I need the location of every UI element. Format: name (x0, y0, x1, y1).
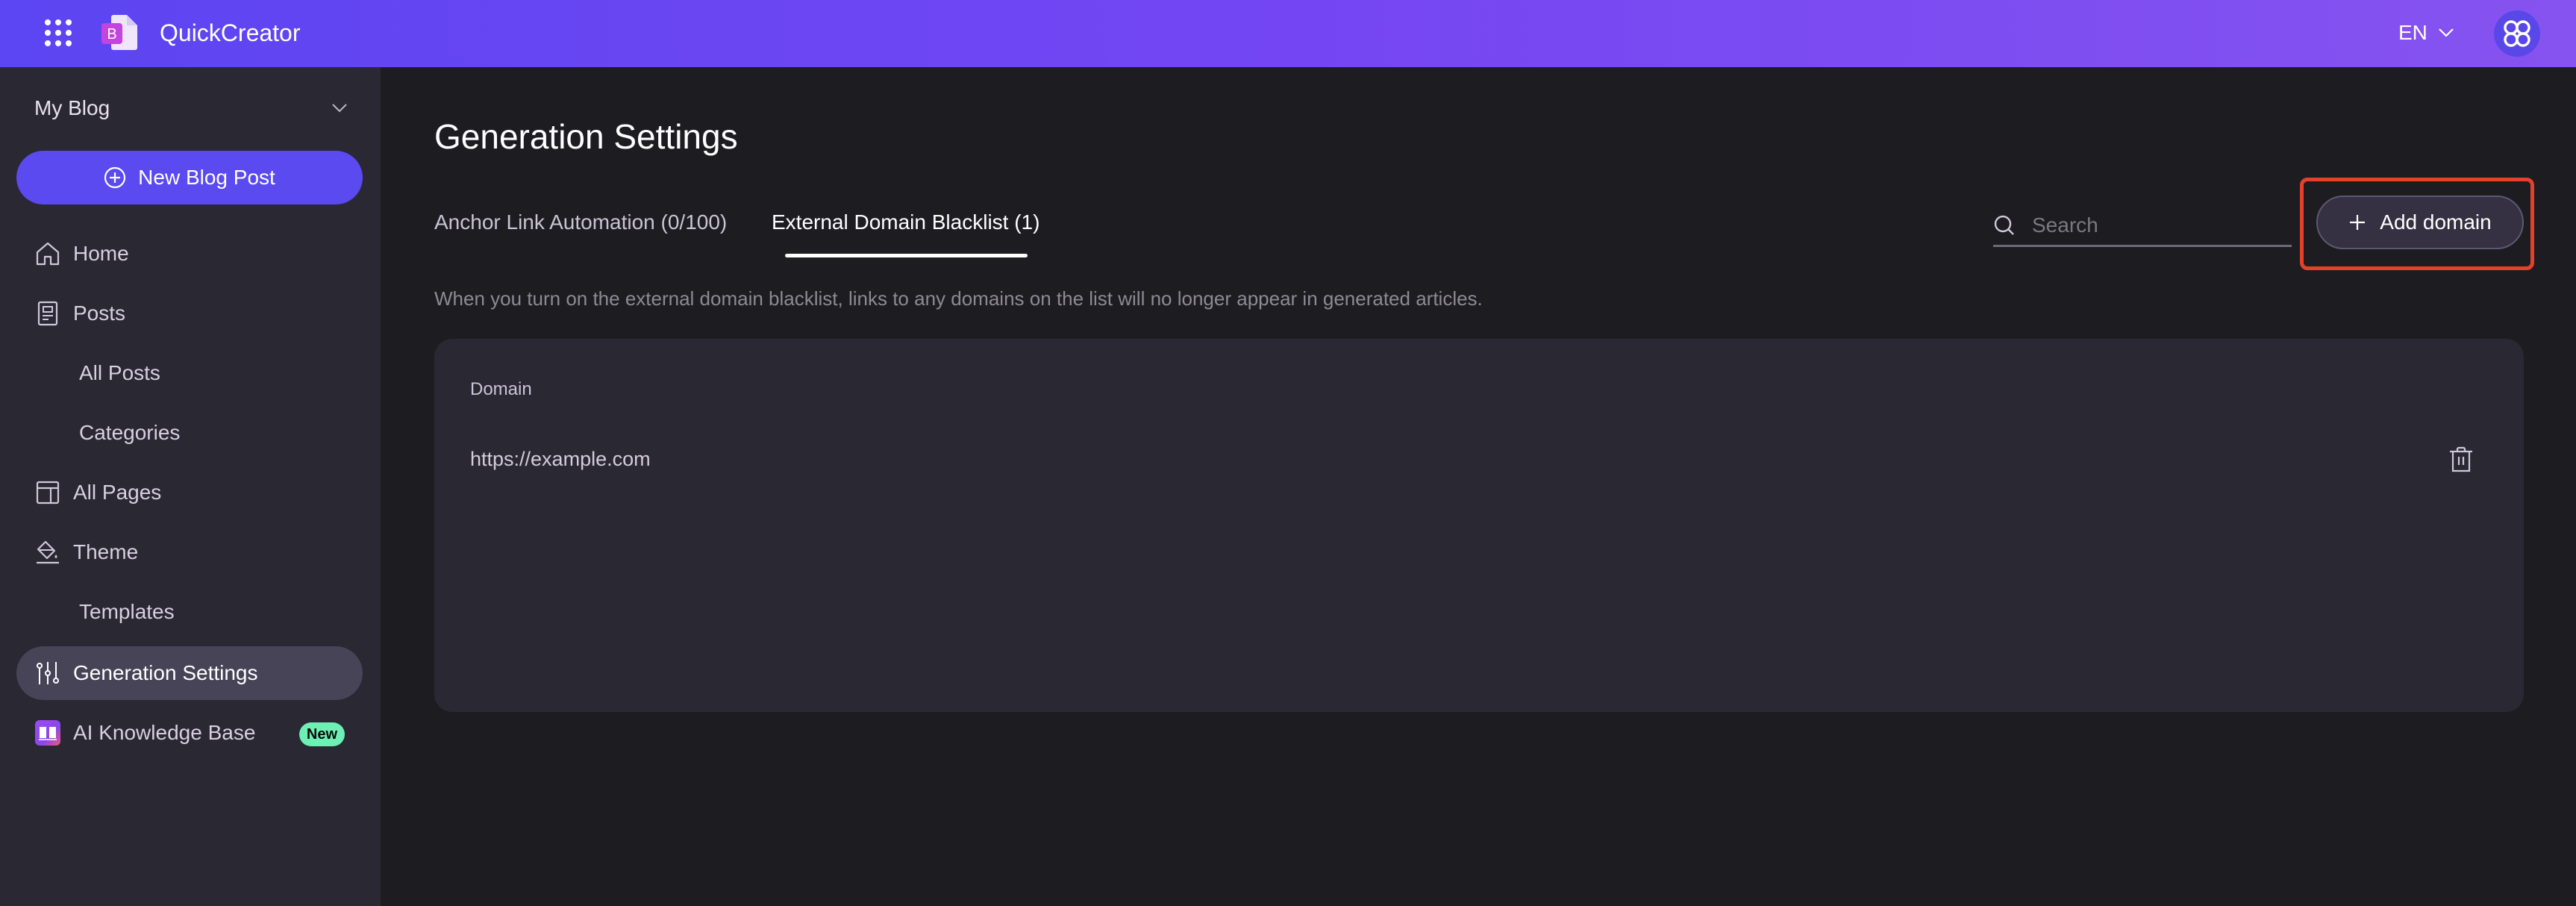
user-avatar[interactable] (2494, 10, 2540, 57)
blog-selector[interactable]: My Blog (34, 90, 348, 127)
domain-table: Domain https://example.com (434, 339, 2524, 712)
plus-circle-icon (104, 166, 126, 189)
sidebar-item-label: Theme (73, 540, 139, 563)
sidebar-item-home[interactable]: Home (16, 227, 363, 281)
clover-avatar-icon (2504, 20, 2530, 47)
paint-bucket-icon (34, 539, 61, 566)
domain-cell: https://example.com (470, 448, 651, 470)
sidebar-item-templates[interactable]: Templates (16, 585, 363, 639)
search-input[interactable] (2031, 213, 2287, 238)
sliders-icon (34, 660, 61, 687)
plus-icon (2350, 215, 2366, 230)
sidebar-item-categories[interactable]: Categories (16, 406, 363, 460)
sidebar-item-all-posts[interactable]: All Posts (16, 346, 363, 400)
posts-icon (34, 300, 61, 327)
new-badge: New (298, 722, 345, 746)
top-header: B QuickCreator EN (0, 0, 2576, 67)
active-tab-indicator (785, 254, 1028, 257)
svg-text:B: B (107, 26, 116, 43)
sidebar-item-posts[interactable]: Posts (16, 287, 363, 340)
new-blog-post-label: New Blog Post (138, 166, 275, 189)
sidebar-item-label: Categories (79, 421, 181, 444)
search-icon (1994, 215, 2014, 235)
search-field[interactable] (1993, 206, 2292, 247)
sidebar-item-label: Home (73, 242, 129, 265)
add-domain-button[interactable]: Add domain (2316, 196, 2524, 249)
language-selector[interactable]: EN (2398, 16, 2454, 49)
sidebar-item-label: All Pages (73, 481, 162, 504)
sidebar-item-theme[interactable]: Theme (16, 525, 363, 579)
sidebar-item-generation-settings[interactable]: Generation Settings (16, 646, 363, 700)
column-header-domain: Domain (470, 379, 532, 399)
table-row: https://example.com (434, 433, 2524, 487)
language-label: EN (2398, 21, 2427, 44)
book-icon (34, 719, 61, 746)
sidebar-item-label: All Posts (79, 361, 160, 384)
chevron-down-icon (2439, 28, 2454, 37)
apps-grid-icon[interactable] (43, 18, 73, 48)
blacklist-description: When you turn on the external domain bla… (434, 287, 1483, 310)
page-title: Generation Settings (434, 117, 738, 156)
sidebar-item-label: Templates (79, 600, 175, 623)
trash-icon[interactable] (2448, 446, 2475, 473)
tab-external-domain-blacklist[interactable]: External Domain Blacklist (1) (772, 207, 1040, 237)
new-blog-post-button[interactable]: New Blog Post (16, 151, 363, 204)
sidebar: My Blog New Blog Post Home Posts All Pos… (0, 67, 381, 906)
sidebar-item-ai-knowledge-base[interactable]: AI Knowledge Base New (16, 706, 363, 760)
main-content: Generation Settings Anchor Link Automati… (381, 67, 2576, 906)
sidebar-item-all-pages[interactable]: All Pages (16, 466, 363, 519)
add-domain-label: Add domain (2380, 210, 2492, 234)
sidebar-item-label: Generation Settings (73, 661, 258, 684)
home-icon (34, 240, 61, 267)
chevron-down-icon (332, 104, 347, 113)
pages-icon (34, 479, 61, 506)
quickcreator-logo-icon: B (101, 15, 137, 50)
tab-anchor-link-automation[interactable]: Anchor Link Automation (0/100) (434, 207, 727, 237)
sidebar-item-label: AI Knowledge Base (73, 721, 256, 744)
sidebar-item-label: Posts (73, 302, 126, 325)
blog-selector-label: My Blog (34, 96, 110, 119)
app-title: QuickCreator (160, 19, 301, 46)
